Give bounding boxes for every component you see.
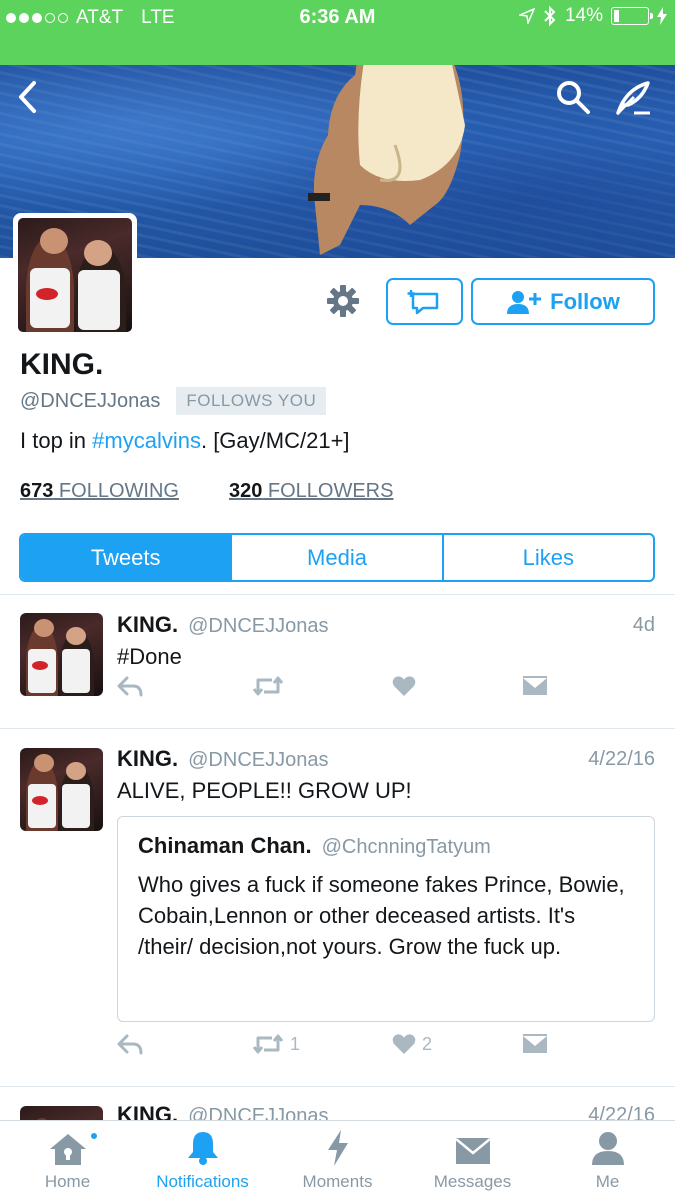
follow-button-label: Follow (550, 288, 620, 314)
direct-message-icon (407, 289, 438, 314)
tweet-item[interactable]: KING. @DNCEJJonas 4/22/16 (0, 1086, 675, 1120)
bio-suffix: . [Gay/MC/21+] (200, 428, 350, 453)
tweet-avatar[interactable] (20, 748, 103, 831)
quoted-tweet-header: Chinaman Chan. @ChcnningTatyum (138, 833, 634, 859)
search-icon[interactable] (555, 79, 591, 115)
tab-tweets[interactable]: Tweets (21, 535, 231, 580)
profile-avatar[interactable] (13, 213, 137, 337)
bottom-tab-bar: Home Notifications Moments Messages Me (0, 1120, 675, 1200)
bio-hashtag-link[interactable]: #mycalvins (92, 428, 201, 453)
battery-percent: 14% (564, 5, 603, 26)
tweet-author-name: KING. (117, 612, 179, 637)
share-dm-button[interactable] (522, 1034, 548, 1054)
retweet-icon (252, 1034, 284, 1054)
tweet-author-name: KING. (117, 746, 179, 771)
retweet-icon (252, 676, 284, 696)
direct-message-button[interactable] (386, 278, 463, 325)
tweet-timestamp: 4d (632, 614, 655, 636)
tabbar-messages[interactable]: Messages (405, 1121, 540, 1200)
envelope-icon (454, 1138, 491, 1164)
status-right: 14% (518, 5, 667, 27)
retweet-button[interactable]: 1 (252, 1033, 300, 1055)
following-count: 673 (20, 480, 54, 502)
reply-icon (117, 1034, 143, 1055)
back-arrow-icon[interactable] (16, 79, 38, 115)
heart-icon (392, 1034, 416, 1054)
bio-prefix: I top in (20, 428, 93, 453)
reply-icon (117, 676, 143, 697)
avatar-photo (18, 218, 132, 332)
reply-button[interactable] (117, 1033, 143, 1055)
bluetooth-icon (544, 5, 556, 27)
follows-you-badge: FOLLOWS YOU (176, 387, 327, 415)
home-icon (49, 1134, 86, 1165)
reply-button[interactable] (117, 675, 143, 697)
battery-icon (611, 7, 653, 25)
lightning-icon (327, 1130, 348, 1166)
share-dm-button[interactable] (522, 676, 548, 696)
tab-likes[interactable]: Likes (441, 535, 653, 580)
like-count: 2 (422, 1033, 433, 1054)
followers-label: FOLLOWERS (262, 480, 394, 502)
profile-handle: @DNCEJJonas (20, 389, 161, 412)
quoted-author-handle: @ChcnningTatyum (321, 836, 491, 858)
envelope-icon (523, 1034, 547, 1053)
compose-tweet-icon[interactable] (614, 79, 652, 117)
tabbar-moments[interactable]: Moments (270, 1121, 405, 1200)
quoted-tweet-text: Who gives a fuck if someone fakes Prince… (138, 872, 625, 959)
like-button[interactable] (392, 675, 416, 697)
follow-stats: 673 FOLLOWING 320 FOLLOWERS (20, 480, 393, 503)
tweet-avatar[interactable] (20, 1106, 103, 1120)
tweet-avatar[interactable] (20, 613, 103, 696)
tweet-item[interactable]: KING. @DNCEJJonas 4d #Done (0, 594, 675, 728)
like-button[interactable]: 2 (392, 1033, 432, 1055)
tabbar-notifications[interactable]: Notifications (135, 1121, 270, 1200)
bell-icon (187, 1132, 218, 1165)
tabbar-me[interactable]: Me (540, 1121, 675, 1200)
profile-tabs: Tweets Media Likes (19, 533, 655, 582)
tweet-author-name: KING. (117, 1102, 179, 1120)
quoted-tweet[interactable]: Chinaman Chan. @ChcnningTatyum Who gives… (117, 816, 655, 1022)
tweet-header: KING. @DNCEJJonas (117, 746, 328, 772)
tabbar-label: Messages (433, 1172, 512, 1191)
add-user-icon (507, 290, 542, 314)
tweet-header: KING. @DNCEJJonas (117, 1102, 328, 1120)
new-content-dot (89, 1131, 99, 1141)
tweet-text: #Done (117, 644, 182, 669)
tab-media[interactable]: Media (230, 535, 441, 580)
tweet-author-handle: @DNCEJJonas (188, 1105, 329, 1120)
followers-count: 320 (228, 480, 263, 502)
following-link[interactable]: 673 FOLLOWING (20, 480, 179, 503)
tweet-item[interactable]: KING. @DNCEJJonas 4/22/16 ALIVE, PEOPLE!… (0, 728, 675, 1086)
tweet-timestamp: 4/22/16 (588, 748, 655, 770)
envelope-icon (523, 676, 547, 695)
profile-name: KING. (20, 348, 104, 381)
banner-figure (308, 65, 465, 255)
tweet-timestamp: 4/22/16 (588, 1104, 655, 1120)
tabbar-home[interactable]: Home (0, 1121, 135, 1200)
retweet-button[interactable] (252, 675, 284, 697)
following-label: FOLLOWING (53, 480, 179, 502)
tabbar-label: Notifications (156, 1172, 249, 1191)
person-icon (591, 1132, 624, 1165)
followers-link[interactable]: 320 FOLLOWERS (229, 480, 394, 503)
profile-bio: I top in #mycalvins. [Gay/MC/21+] (20, 428, 350, 454)
tweet-text: ALIVE, PEOPLE!! GROW UP! (117, 778, 412, 803)
tweet-author-handle: @DNCEJJonas (188, 749, 329, 771)
status-bar: AT&T LTE 6:36 AM 14% (0, 0, 675, 65)
quoted-author-name: Chinaman Chan. (138, 833, 312, 858)
settings-gear-icon[interactable] (326, 284, 360, 318)
tabbar-label: Me (595, 1172, 620, 1191)
location-arrow-icon (518, 8, 535, 24)
tweet-header: KING. @DNCEJJonas (117, 612, 328, 638)
tabbar-label: Home (44, 1172, 91, 1191)
tweet-author-handle: @DNCEJJonas (188, 615, 329, 637)
heart-icon (392, 676, 416, 696)
charging-bolt-icon (657, 7, 667, 25)
tabbar-label: Moments (302, 1172, 373, 1191)
retweet-count: 1 (290, 1033, 301, 1054)
handle-row: @DNCEJJonas FOLLOWS YOU (20, 387, 327, 415)
follow-button[interactable]: Follow (471, 278, 655, 325)
